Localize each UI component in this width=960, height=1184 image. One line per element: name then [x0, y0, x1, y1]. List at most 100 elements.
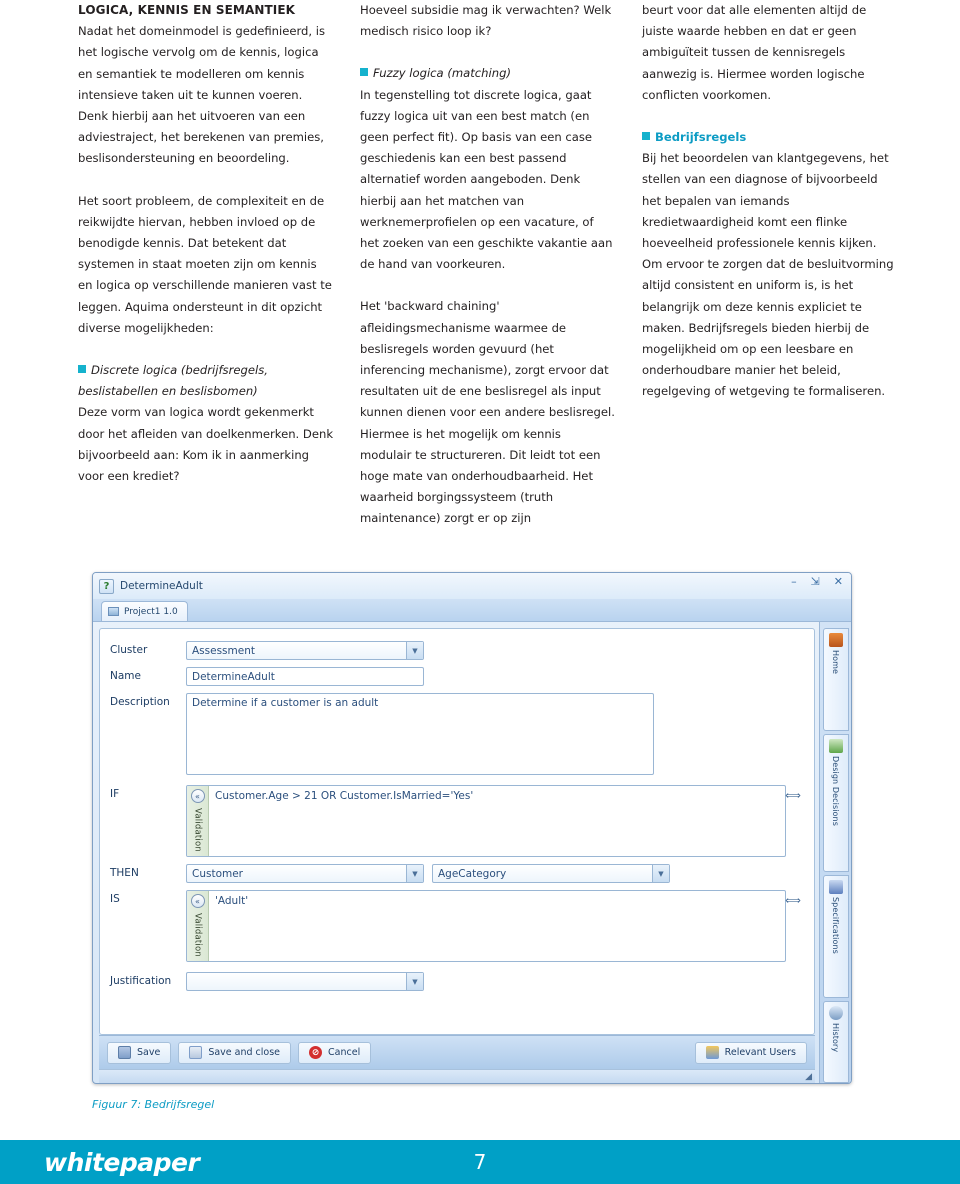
collapse-left-icon[interactable]: « — [190, 894, 205, 908]
name-input[interactable]: DetermineAdult — [186, 667, 424, 686]
sidebar-item-label: Home — [831, 650, 840, 675]
subhead: Discrete logica (bedrijfsregels, beslist… — [78, 360, 334, 402]
paragraph: Hoeveel subsidie mag ik verwachten? Welk… — [360, 3, 612, 39]
window-controls: – ⇲ ✕ — [791, 576, 843, 587]
then-entity-combobox[interactable]: Customer ▼ — [186, 864, 424, 883]
paragraph: Deze vorm van logica wordt gekenmerkt do… — [78, 405, 334, 484]
footer-page-number: 7 — [473, 1150, 487, 1174]
rule-form-panel: Cluster Assessment ▼ Name DetermineAdult — [99, 628, 815, 1035]
is-expression-editor[interactable]: « Validation 'Adult' — [186, 890, 786, 962]
save-and-close-button[interactable]: Save and close — [178, 1041, 292, 1064]
sidebar-item-label: Design Decisions — [831, 755, 840, 826]
close-button[interactable]: ✕ — [834, 576, 843, 587]
save-close-icon — [189, 1046, 203, 1059]
column-3: beurt voor dat alle elementen altijd de … — [642, 0, 924, 560]
history-icon — [828, 1006, 843, 1021]
tab-label: Project1 1.0 — [124, 606, 178, 617]
content-area: Cluster Assessment ▼ Name DetermineAdult — [93, 622, 819, 1083]
form-row-is: IS « Validation 'Adult' ⟺ — [110, 890, 804, 962]
then-label: THEN — [110, 867, 139, 879]
sidebar-item-label: History — [831, 1023, 840, 1053]
bullet-square-icon — [78, 365, 86, 374]
paragraph: In tegenstelling tot discrete logica, ga… — [360, 87, 613, 272]
window-title: DetermineAdult — [120, 580, 203, 592]
is-resize-handle[interactable]: ⟺ — [785, 890, 801, 907]
paragraph: beurt voor dat alle elementen altijd de … — [642, 3, 867, 102]
form-row-if: IF « Validation Customer.Age > 21 OR Cus… — [110, 785, 804, 857]
tab-project1[interactable]: Project1 1.0 — [101, 601, 188, 621]
figure-screenshot: ? DetermineAdult – ⇲ ✕ Project1 1.0 Clus… — [92, 572, 852, 1084]
save-button[interactable]: Save — [107, 1041, 172, 1064]
is-expression-value: 'Adult' — [215, 895, 249, 907]
restore-button[interactable]: ⇲ — [811, 576, 820, 587]
cluster-combobox[interactable]: Assessment ▼ — [186, 641, 424, 660]
relevant-users-button-label: Relevant Users — [724, 1047, 796, 1058]
if-validation-tab[interactable]: « Validation — [187, 786, 209, 856]
form-row-cluster: Cluster Assessment ▼ — [110, 641, 804, 660]
status-bar: ◢ — [99, 1069, 815, 1083]
home-icon — [828, 633, 843, 647]
chevron-down-icon[interactable]: ▼ — [406, 865, 423, 882]
sidebar-item-label: Specifications — [831, 896, 840, 954]
is-validation-label: Validation — [192, 913, 203, 957]
form-row-description: Description Determine if a customer is a… — [110, 693, 804, 775]
right-sidebar: Home Design Decisions Specifications His… — [819, 622, 851, 1083]
description-label: Description — [110, 696, 170, 708]
form-row-then: THEN Customer ▼ AgeCategory ▼ — [110, 864, 804, 883]
bullet-square-icon — [360, 68, 368, 77]
save-and-close-button-label: Save and close — [208, 1047, 281, 1058]
justification-combobox[interactable]: ▼ — [186, 972, 424, 991]
save-button-label: Save — [137, 1047, 161, 1058]
if-expression-value: Customer.Age > 21 OR Customer.IsMarried=… — [215, 790, 474, 802]
chevron-down-icon[interactable]: ▼ — [652, 865, 669, 882]
if-resize-handle[interactable]: ⟺ — [785, 785, 801, 802]
subhead-label: Bedrijfsregels — [655, 130, 747, 145]
paragraph: Het 'backward chaining' afleidingsmechan… — [360, 299, 615, 526]
name-value: DetermineAdult — [192, 670, 275, 683]
subhead: Fuzzy logica (matching) — [360, 63, 616, 84]
sidebar-item-design-decisions[interactable]: Design Decisions — [822, 733, 849, 872]
specifications-icon — [828, 879, 843, 894]
is-label: IS — [110, 893, 120, 905]
paragraph: Bij het beoordelen van klantgegevens, he… — [642, 151, 894, 399]
resize-grip-icon[interactable]: ◢ — [801, 1071, 812, 1082]
save-icon — [118, 1046, 131, 1059]
then-attribute-combobox[interactable]: AgeCategory ▼ — [432, 864, 670, 883]
cluster-value: Assessment — [192, 644, 255, 657]
form-row-name: Name DetermineAdult — [110, 667, 804, 686]
sidebar-item-history[interactable]: History — [822, 1001, 849, 1083]
window-body: Cluster Assessment ▼ Name DetermineAdult — [93, 622, 851, 1083]
relevant-users-button[interactable]: Relevant Users — [694, 1041, 807, 1064]
project-icon — [108, 607, 119, 616]
page-title: LOGICA, KENNIS EN SEMANTIEK — [78, 3, 296, 17]
cancel-button-label: Cancel — [328, 1047, 361, 1058]
design-decisions-icon — [828, 738, 843, 753]
paragraph: Nadat het domeinmodel is gedefinieerd, i… — [78, 24, 326, 166]
minimize-button[interactable]: – — [791, 576, 797, 587]
if-label: IF — [110, 788, 120, 800]
paragraph: Het soort probleem, de complexiteit en d… — [78, 193, 332, 335]
form-row-justification: Justification ▼ — [110, 972, 804, 991]
window-titlebar: ? DetermineAdult – ⇲ ✕ — [93, 573, 851, 599]
users-icon — [705, 1046, 719, 1059]
collapse-left-icon[interactable]: « — [190, 789, 205, 803]
if-expression-editor[interactable]: « Validation Customer.Age > 21 OR Custom… — [186, 785, 786, 857]
column-2: Hoeveel subsidie mag ik verwachten? Welk… — [360, 0, 642, 560]
cancel-button[interactable]: ⊘ Cancel — [298, 1041, 372, 1064]
subhead: Bedrijfsregels — [642, 127, 898, 148]
justification-label: Justification — [110, 975, 172, 987]
sidebar-item-specifications[interactable]: Specifications — [822, 874, 849, 999]
application-window: ? DetermineAdult – ⇲ ✕ Project1 1.0 Clus… — [92, 572, 852, 1084]
is-validation-tab[interactable]: « Validation — [187, 891, 209, 961]
name-label: Name — [110, 670, 141, 682]
description-textarea[interactable]: Determine if a customer is an adult — [186, 693, 654, 775]
chevron-down-icon[interactable]: ▼ — [406, 642, 423, 659]
bullet-square-icon — [642, 132, 650, 141]
cancel-icon: ⊘ — [309, 1046, 323, 1059]
sidebar-item-home[interactable]: Home — [822, 628, 849, 731]
subhead-label: Fuzzy logica (matching) — [373, 66, 511, 81]
chevron-down-icon[interactable]: ▼ — [406, 973, 423, 990]
description-value: Determine if a customer is an adult — [192, 697, 379, 709]
then-entity-value: Customer — [192, 867, 244, 880]
figure-caption: Figuur 7: Bedrijfsregel — [92, 1098, 215, 1111]
